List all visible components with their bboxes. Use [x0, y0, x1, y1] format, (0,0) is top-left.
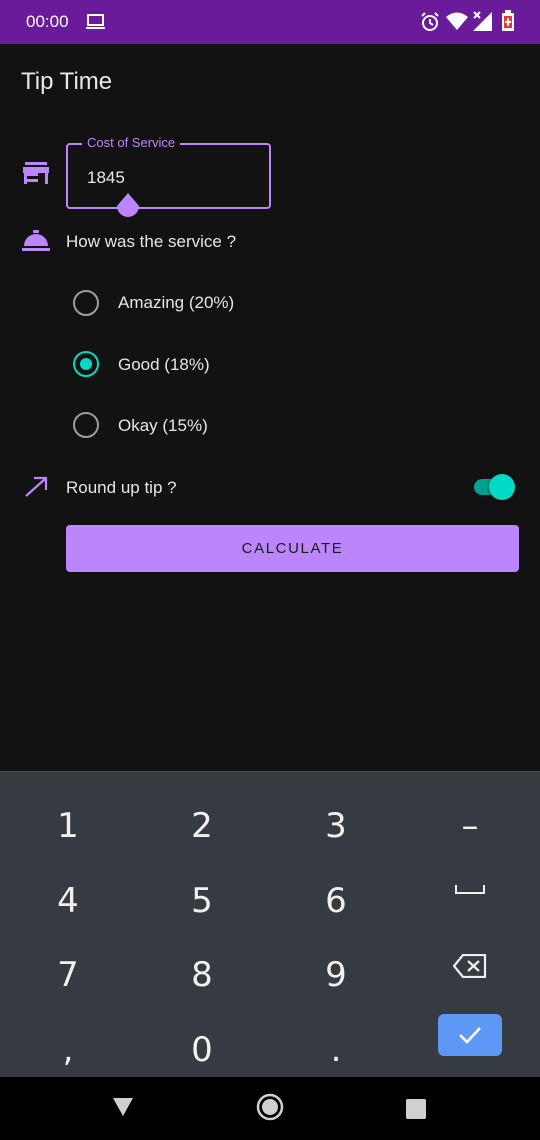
calculate-label: CALCULATE [241, 540, 344, 557]
key-1[interactable]: 1 [1, 780, 135, 854]
checkmark-icon [459, 1027, 481, 1044]
key-comma[interactable]: , [1, 1004, 135, 1078]
key-4[interactable]: 4 [1, 855, 135, 929]
key-comma-label: , [62, 1030, 74, 1070]
key-7[interactable]: 7 [1, 929, 135, 1003]
radio-good[interactable] [73, 351, 99, 377]
radio-okay[interactable] [73, 412, 99, 438]
back-icon[interactable] [112, 1097, 134, 1117]
status-bar: 00:00 [0, 0, 540, 44]
key-9-label: 9 [325, 955, 347, 995]
radio-label-amazing[interactable]: Amazing (20%) [118, 293, 234, 313]
text-cursor-handle[interactable] [115, 193, 141, 221]
key-6-label: 6 [325, 881, 347, 921]
key-2-label: 2 [191, 806, 213, 846]
key-3[interactable]: 3 [269, 780, 403, 854]
key-9[interactable]: 9 [269, 929, 403, 1003]
cost-of-service-label: Cost of Service [82, 135, 181, 150]
service-question: How was the service ? [66, 232, 237, 251]
recents-icon[interactable] [405, 1098, 427, 1120]
key-6[interactable]: 6 [269, 855, 403, 929]
radio-label-okay[interactable]: Okay (15%) [118, 416, 208, 436]
cost-of-service-field[interactable]: Cost of Service 1845 [66, 135, 271, 217]
key-5-label: 5 [191, 881, 213, 921]
key-0-label: 0 [191, 1030, 213, 1070]
home-icon[interactable] [256, 1093, 284, 1121]
key-4-label: 4 [57, 881, 79, 921]
key-2[interactable]: 2 [135, 780, 269, 854]
key-5[interactable]: 5 [135, 855, 269, 929]
app-title: Tip Time [21, 68, 113, 95]
backspace-icon [453, 954, 487, 978]
key-0[interactable]: 0 [135, 1004, 269, 1078]
room-service-icon [22, 230, 50, 251]
trending-up-icon [25, 476, 48, 497]
battery-icon [502, 10, 514, 31]
key-8-label: 8 [191, 955, 213, 995]
navigation-bar [0, 1077, 540, 1140]
round-up-label: Round up tip ? [66, 478, 177, 497]
alarm-icon [421, 12, 439, 31]
enter-key[interactable] [438, 1014, 502, 1056]
wifi-icon [446, 12, 468, 30]
space-icon [455, 885, 485, 894]
key-backspace[interactable] [403, 929, 537, 1003]
key-minus-label: – [461, 806, 479, 846]
signal-icon [473, 11, 492, 31]
radio-amazing[interactable] [73, 290, 99, 316]
round-up-switch[interactable] [489, 474, 515, 500]
cost-of-service-value[interactable]: 1845 [87, 168, 125, 188]
key-minus[interactable]: – [403, 780, 537, 854]
radio-label-good[interactable]: Good (18%) [118, 355, 210, 375]
key-7-label: 7 [57, 955, 79, 995]
key-1-label: 1 [57, 806, 79, 846]
key-period[interactable]: . [269, 1004, 403, 1078]
calculate-button[interactable]: CALCULATE [66, 525, 519, 572]
key-8[interactable]: 8 [135, 929, 269, 1003]
store-icon [23, 162, 49, 184]
status-time: 00:00 [26, 12, 69, 31]
key-3-label: 3 [325, 806, 347, 846]
key-space[interactable] [403, 855, 537, 929]
screen-cast-icon [86, 14, 105, 29]
key-period-label: . [330, 1030, 342, 1070]
